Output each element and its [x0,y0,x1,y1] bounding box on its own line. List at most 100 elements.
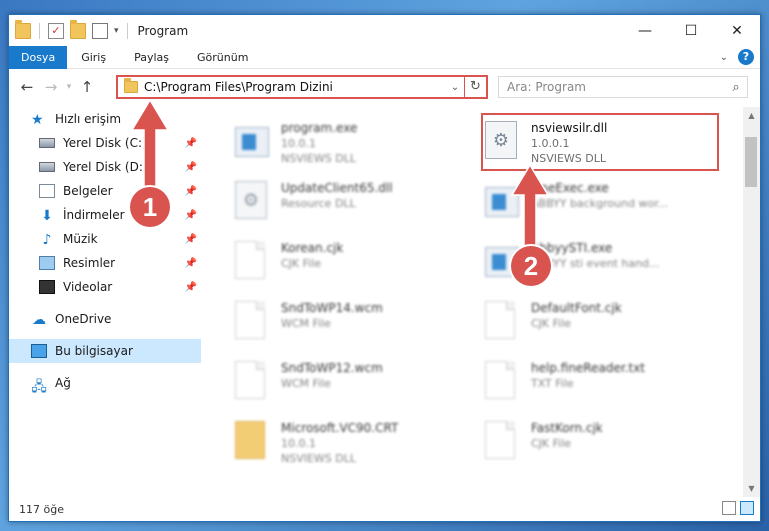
file-detail: CJK File [531,437,572,450]
file-item[interactable]: SndToWP14.wcm WCM File [217,297,457,351]
expand-ribbon-chevron-icon[interactable]: ⌄ [720,52,728,63]
folder-icon [124,78,138,93]
file-item[interactable]: FineExec.exe ABBYY background wor... [467,177,707,231]
window-title: Program [137,23,189,38]
file-item[interactable]: FastKorn.cjk CJK File [467,417,707,471]
status-bar: 117 öğe [9,497,760,521]
file-name: SndToWP12.wcm [281,361,383,375]
forward-arrow-icon[interactable]: → [39,78,63,96]
file-name: DefaultFont.cjk [531,301,622,315]
maximize-button[interactable]: ☐ [668,15,714,46]
address-dropdown-chevron-icon[interactable]: ⌄ [446,82,464,93]
tab-home[interactable]: Giriş [67,46,120,69]
minimize-button[interactable]: — [622,15,668,46]
file-item[interactable]: DefaultFont.cjk CJK File [467,297,707,351]
pin-icon[interactable]: 📌 [185,186,197,197]
vertical-scrollbar[interactable]: ▲ ▼ [743,107,760,497]
search-input[interactable]: Ara: Program [499,80,725,94]
documents-icon [39,184,55,198]
file-meta: program.exe 10.0.1 NSVIEWS DLL [281,117,357,171]
refresh-icon[interactable]: ↻ [464,77,486,97]
file-detail: ABBYY background wor... [531,197,669,210]
recent-locations-chevron-icon[interactable]: ▾ [63,82,75,92]
tab-file[interactable]: Dosya [9,45,68,69]
sidebar-item-pictures[interactable]: Resimler 📌 [9,251,201,275]
download-icon: ⬇ [41,208,53,224]
sidebar-item-this-pc[interactable]: Bu bilgisayar [9,339,201,363]
tab-view[interactable]: Görünüm [183,46,262,69]
close-button[interactable]: ✕ [714,15,760,46]
file-item[interactable]: ⚙ nsviewsilr.dll 1.0.0.1 NSVIEWS DLL [467,117,707,171]
file-item[interactable]: SndToWP12.wcm WCM File [217,357,457,411]
tiles-view-icon[interactable] [740,501,754,515]
scroll-up-arrow-icon[interactable]: ▲ [743,107,760,124]
divider [126,22,128,39]
file-meta: FineExec.exe ABBYY background wor... [531,177,668,231]
scroll-down-arrow-icon[interactable]: ▼ [743,480,760,497]
file-item[interactable]: help.fineReader.txt TXT File [467,357,707,411]
sidebar-item-label: Resimler [63,256,116,270]
page-file-icon [235,361,273,403]
file-detail: 10.0.1 [281,437,316,450]
file-meta: help.fineReader.txt TXT File [531,357,645,411]
file-name: FastKorn.cjk [531,421,603,435]
new-folder-icon[interactable] [70,19,86,39]
file-item[interactable]: AbbyySTI.exe ABBYY sti event hand... [467,237,707,291]
window-controls: — ☐ ✕ [622,15,760,46]
sidebar-item-label: Hızlı erişim [55,112,122,126]
sidebar-item-label: Bu bilgisayar [55,344,133,358]
search-icon[interactable]: ⌕ [725,80,747,95]
sidebar-item-videos[interactable]: Videolar 📌 [9,275,201,299]
customize-toolbar-chevron-icon[interactable]: ▾ [114,26,119,36]
help-icon[interactable]: ? [738,49,754,65]
tab-share[interactable]: Paylaş [120,46,183,69]
pictures-icon [39,256,55,270]
sidebar-item-onedrive[interactable]: ☁ OneDrive [9,307,201,331]
view-buttons [722,501,754,515]
file-detail: WCM File [281,377,331,390]
file-detail: WCM File [281,317,331,330]
file-list: program.exe 10.0.1 NSVIEWS DLL ⚙ nsviewsilr.… [209,107,739,497]
pin-icon[interactable]: 📌 [185,162,197,173]
exe-file-icon [235,121,273,163]
sidebar-item-local-disk-c[interactable]: Yerel Disk (C:) 📌 [9,131,201,155]
dll-file-icon: ⚙ [235,181,273,223]
file-item[interactable]: Korean.cjk CJK File [217,237,457,291]
file-name: AbbyySTI.exe [531,241,613,255]
sidebar-item-local-disk-d[interactable]: Yerel Disk (D:) 📌 [9,155,201,179]
address-path[interactable]: C:\Program Files\Program Dizini [144,80,446,94]
back-arrow-icon[interactable]: ← [15,78,39,96]
up-arrow-icon[interactable]: ↑ [75,78,99,96]
pin-icon[interactable]: 📌 [185,258,197,269]
navigation-pane: ★ Hızlı erişim Yerel Disk (C:) 📌 Yerel D… [9,107,201,497]
properties-icon[interactable] [92,22,108,39]
pin-icon[interactable]: 📌 [185,282,197,293]
properties-check-icon[interactable]: ✓ [48,22,64,39]
folder-icon[interactable] [15,19,31,39]
details-view-icon[interactable] [722,501,736,515]
scroll-thumb[interactable] [745,137,757,187]
sidebar-item-music[interactable]: ♪ Müzik 📌 [9,227,201,251]
page-file-icon [485,421,523,463]
file-item[interactable]: program.exe 10.0.1 NSVIEWS DLL [217,117,457,171]
sidebar-item-quick-access[interactable]: ★ Hızlı erişim [9,107,201,131]
pin-icon[interactable]: 📌 [185,234,197,245]
step-badge-2: 2 [511,246,551,286]
music-icon: ♪ [42,232,52,248]
pin-icon[interactable]: 📌 [185,210,197,221]
address-bar[interactable]: C:\Program Files\Program Dizini ⌄ ↻ [116,75,488,99]
ribbon-right: ⌄ ? [720,49,754,65]
file-item[interactable]: Microsoft.VC90.CRT 10.0.1 NSVIEWS DLL [217,417,457,471]
sidebar-item-network[interactable]: 🖧 Ağ [9,371,201,395]
search-box[interactable]: Ara: Program ⌕ [498,76,748,98]
network-icon: 🖧 [31,379,47,395]
ribbon-tabs: Dosya Giriş Paylaş Görünüm ⌄ ? [9,45,760,69]
file-meta: DefaultFont.cjk CJK File [531,297,622,351]
computer-icon [31,344,47,358]
sidebar-item-documents[interactable]: Belgeler 📌 [9,179,201,203]
pin-icon[interactable]: 📌 [185,138,197,149]
sidebar-item-label: Müzik [63,232,98,246]
file-item[interactable]: ⚙ UpdateClient65.dll Resource DLL [217,177,457,231]
sidebar-item-downloads[interactable]: ⬇ İndirmeler 📌 [9,203,201,227]
file-detail: CJK File [281,257,322,270]
